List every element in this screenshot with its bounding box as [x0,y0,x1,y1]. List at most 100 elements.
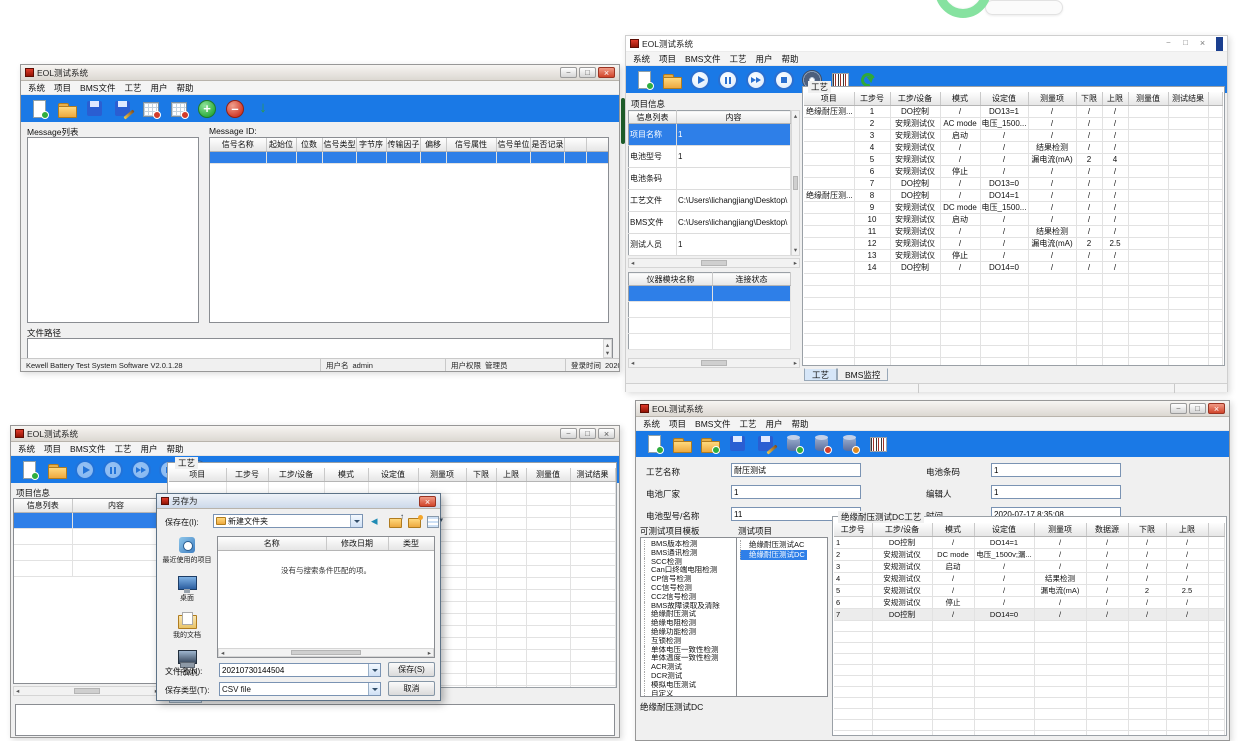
menu-item[interactable]: 帮助 [791,418,808,430]
menu-item[interactable]: 项目 [659,53,676,65]
menu-item[interactable]: 用户 [140,443,157,455]
column-header[interactable]: 是否记录 [530,138,564,151]
title-bar[interactable]: EOL测试系统 [11,426,619,442]
table-row[interactable]: 2安规测试仪AC mode电压_1500.../// [804,117,1222,129]
menu-item[interactable]: 用户 [765,418,782,430]
table-row[interactable]: 2安规测试仪DC mode电压_1500v;漏...//// [834,548,1224,560]
battery-barcode-input[interactable] [991,463,1121,477]
barcode-icon[interactable] [868,434,888,454]
menu-item[interactable]: 系统 [18,443,35,455]
table-row[interactable]: 绝缘耐压测...8DO控制/DO14=1/// [804,189,1222,201]
table-row[interactable]: 14DO控制/DO14=0/// [804,261,1222,273]
fast-forward-icon[interactable] [131,460,151,480]
menu-item[interactable]: 帮助 [176,82,193,94]
module-horizontal-scrollbar[interactable]: ◂▸ [628,358,800,368]
column-header[interactable]: 起始位 [266,138,296,151]
save-button[interactable]: 保存(S) [388,662,435,677]
table-row[interactable]: 6安规测试仪停止//// [804,165,1222,177]
info-horizontal-scrollbar[interactable]: ◂▸ [13,686,161,696]
title-bar[interactable]: EOL测试系统 [626,36,1227,52]
menu-item[interactable]: 用户 [755,53,772,65]
views-menu-icon[interactable] [427,514,442,528]
save-icon[interactable] [728,434,748,454]
place-documents[interactable]: 我的文档 [161,611,213,640]
fast-forward-icon[interactable] [746,70,766,90]
column-header[interactable]: 传输因子 [386,138,420,151]
column-header[interactable]: 下限 [466,468,496,481]
column-header[interactable]: 测量项 [418,468,466,481]
column-header[interactable] [586,138,608,151]
menu-item[interactable]: BMS文件 [70,443,105,455]
open-folder-icon[interactable] [662,70,682,90]
column-header[interactable]: 上限 [496,468,526,481]
table-row[interactable] [834,653,1224,664]
maximize-button[interactable] [1189,403,1206,414]
editor-input[interactable] [991,485,1121,499]
menu-item[interactable]: BMS文件 [695,418,730,430]
table-row[interactable] [834,642,1224,653]
menu-item[interactable]: 系统 [633,53,650,65]
menu-item[interactable]: 帮助 [166,443,183,455]
column-header[interactable]: 测量值 [1128,92,1168,105]
vertical-scrollbar[interactable]: ▴▾ [603,339,612,358]
column-header[interactable]: 设定值 [980,92,1028,105]
info-horizontal-scrollbar[interactable]: ◂▸ [628,258,800,268]
table-row[interactable]: 3安规测试仪启动///// [834,560,1224,572]
tree-item-ac[interactable]: 绝缘耐压测试AC [740,540,806,550]
file-name-input[interactable] [220,664,366,676]
menu-item[interactable]: 工艺 [114,443,131,455]
table-row[interactable]: 9安规测试仪DC mode电压_1500.../// [804,201,1222,213]
column-header[interactable]: 工步号 [854,92,890,105]
db-add-icon[interactable] [784,434,804,454]
menu-item[interactable]: BMS文件 [685,53,720,65]
table-row[interactable]: 11安规测试仪//结果检测// [804,225,1222,237]
table-row[interactable] [834,730,1224,736]
column-header[interactable]: 测量值 [526,468,570,481]
column-header[interactable]: 数据源 [1086,523,1128,536]
place-desktop[interactable]: 桌面 [161,574,213,603]
close-button[interactable] [1195,38,1210,49]
back-icon[interactable] [370,514,385,528]
column-header[interactable]: 信息列表 [14,499,72,512]
table-row[interactable]: 电池条码 [629,168,791,190]
db-edit-icon[interactable] [840,434,860,454]
new-file-icon[interactable] [19,460,39,480]
column-header[interactable]: 信号属性 [446,138,496,151]
battery-maker-input[interactable] [731,485,861,499]
table-row[interactable]: 5安规测试仪//漏电流(mA)/22.5 [834,584,1224,596]
db-delete-icon[interactable] [812,434,832,454]
title-bar[interactable]: EOL测试系统 [21,65,619,81]
table-row[interactable] [804,285,1222,297]
menu-item[interactable]: 项目 [54,82,71,94]
table-row[interactable] [629,286,791,302]
table-row[interactable]: 3安规测试仪启动//// [804,129,1222,141]
table-row[interactable]: 7DO控制/DO14=0//// [834,608,1224,620]
file-name-combobox[interactable] [219,663,381,677]
pause-icon[interactable] [718,70,738,90]
column-header[interactable]: 连接状态 [713,273,791,286]
column-header[interactable]: 上限 [1102,92,1128,105]
menu-item[interactable]: 工艺 [739,418,756,430]
table-row[interactable]: 测试人员1 [629,234,791,256]
process-name-input[interactable] [731,463,861,477]
new-file-icon[interactable] [634,70,654,90]
save-as-icon[interactable] [113,99,133,119]
dropdown-arrow-icon[interactable] [368,664,380,676]
save-icon[interactable] [85,99,105,119]
table-row[interactable] [834,719,1224,730]
file-type-combobox[interactable]: CSV file [219,682,381,696]
up-folder-icon[interactable] [389,514,404,528]
close-button[interactable] [1208,403,1225,414]
column-header[interactable]: 名称 [218,537,326,550]
column-header[interactable]: 仪器模块名称 [629,273,713,286]
column-header[interactable]: 下限 [1128,523,1166,536]
minimize-button[interactable] [1161,38,1176,49]
tree-item-dc[interactable]: 绝缘耐压测试DC [740,550,807,560]
column-header[interactable]: 工步号 [834,523,872,536]
column-header[interactable] [1208,92,1222,105]
menu-item[interactable]: 项目 [44,443,61,455]
table-row[interactable]: BMS文件C:\Users\lichangjiang\Desktop\ [629,212,791,234]
place-recent[interactable]: 最近使用的项目 [161,536,213,565]
column-header[interactable]: 内容 [72,499,160,512]
menu-item[interactable]: BMS文件 [80,82,115,94]
